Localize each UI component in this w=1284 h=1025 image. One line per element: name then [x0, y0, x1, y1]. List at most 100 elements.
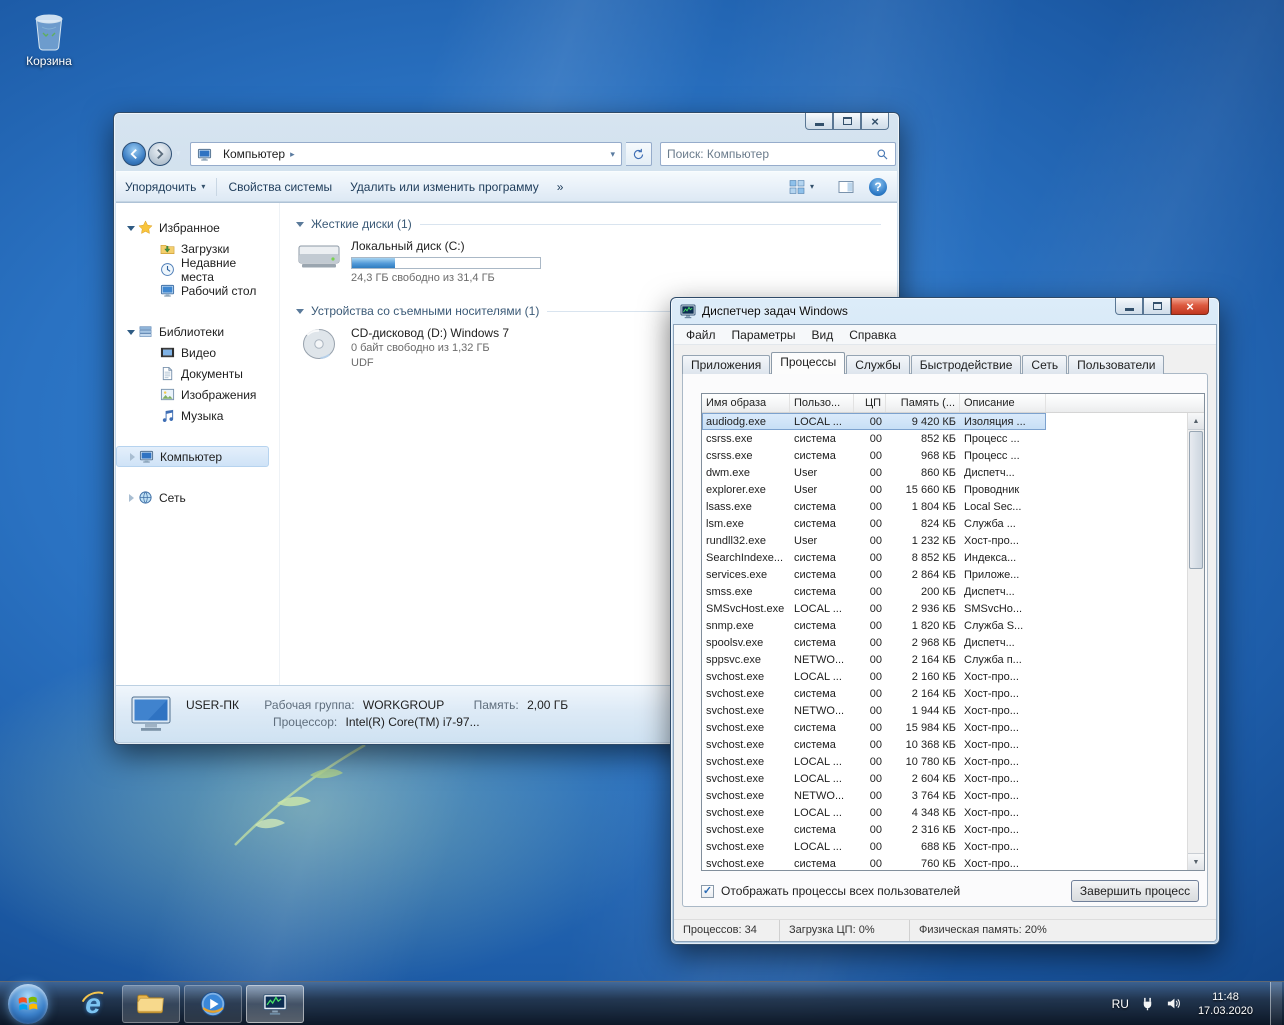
recent-pages-dropdown[interactable]: ▾ — [176, 148, 181, 159]
sidebar-item-libraries[interactable]: Библиотеки — [116, 321, 269, 342]
minimize-button[interactable] — [805, 113, 833, 130]
column-header-memory[interactable]: Память (... — [886, 394, 960, 412]
process-row[interactable]: audiodg.exeLOCAL ...009 420 КБИзоляция .… — [702, 413, 1046, 430]
process-row[interactable]: spoolsv.exeсистема002 968 КБДиспетч... — [702, 634, 1046, 651]
process-row[interactable]: svchost.exeNETWO...001 944 КБХост-про... — [702, 702, 1046, 719]
end-process-button[interactable]: Завершить процесс — [1071, 880, 1199, 902]
process-row[interactable]: lsass.exeсистема001 804 КБLocal Sec... — [702, 498, 1046, 515]
process-row[interactable]: explorer.exeUser0015 660 КБПроводник — [702, 481, 1046, 498]
vertical-scrollbar[interactable]: ▲ ▼ — [1187, 413, 1204, 870]
process-row[interactable]: sppsvc.exeNETWO...002 164 КБСлужба п... — [702, 651, 1046, 668]
preview-pane-button[interactable] — [829, 176, 863, 198]
expander-icon[interactable] — [125, 450, 139, 464]
close-button[interactable]: × — [1171, 298, 1209, 315]
breadcrumb[interactable]: Компьютер — [223, 147, 285, 161]
tab-networking[interactable]: Сеть — [1022, 355, 1067, 374]
recycle-bin[interactable]: Корзина — [10, 8, 88, 68]
tab-performance[interactable]: Быстродействие — [911, 355, 1022, 374]
scroll-down-button[interactable]: ▼ — [1188, 853, 1204, 870]
process-row[interactable]: csrss.exeсистема00852 КБПроцесс ... — [702, 430, 1046, 447]
sidebar-item-music[interactable]: Музыка — [116, 405, 269, 426]
toolbar-overflow-button[interactable]: » — [548, 176, 573, 198]
search-box[interactable] — [660, 142, 896, 166]
forward-button[interactable] — [148, 142, 172, 166]
group-header-hard-disks[interactable]: Жесткие диски (1) — [296, 217, 881, 231]
show-all-processes-checkbox[interactable]: ✓ — [701, 885, 714, 898]
menu-options[interactable]: Параметры — [724, 326, 804, 344]
process-row[interactable]: rundll32.exeUser001 232 КБХост-про... — [702, 532, 1046, 549]
process-row[interactable]: snmp.exeсистема001 820 КБСлужба S... — [702, 617, 1046, 634]
menu-help[interactable]: Справка — [841, 326, 904, 344]
process-row[interactable]: svchost.exeсистема002 164 КБХост-про... — [702, 685, 1046, 702]
column-header-description[interactable]: Описание — [960, 394, 1046, 412]
expander-icon[interactable] — [124, 491, 138, 505]
tab-applications[interactable]: Приложения — [682, 355, 770, 374]
sidebar-item-pictures[interactable]: Изображения — [116, 384, 269, 405]
process-row[interactable]: svchost.exeLOCAL ...002 604 КБХост-про..… — [702, 770, 1046, 787]
sidebar-item-favorites[interactable]: Избранное — [116, 217, 269, 238]
back-button[interactable] — [122, 142, 146, 166]
sidebar-item-desktop[interactable]: Рабочий стол — [116, 280, 269, 301]
sidebar-item-recent-places[interactable]: Недавние места — [116, 259, 269, 280]
sidebar-item-videos[interactable]: Видео — [116, 342, 269, 363]
process-row[interactable]: lsm.exeсистема00824 КБСлужба ... — [702, 515, 1046, 532]
process-row[interactable]: svchost.exeсистема0015 984 КБХост-про... — [702, 719, 1046, 736]
process-row[interactable]: dwm.exeUser00860 КБДиспетч... — [702, 464, 1046, 481]
tab-processes[interactable]: Процессы — [771, 352, 845, 374]
close-button[interactable]: × — [861, 113, 889, 130]
maximize-button[interactable] — [1143, 298, 1171, 315]
show-desktop-button[interactable] — [1270, 982, 1282, 1025]
process-row[interactable]: svchost.exeLOCAL ...0010 780 КБХост-про.… — [702, 753, 1046, 770]
address-history-dropdown[interactable]: ▾ — [610, 149, 615, 160]
scroll-up-button[interactable]: ▲ — [1188, 413, 1204, 430]
address-bar[interactable]: Компьютер ▸ ▾ — [190, 142, 622, 166]
power-icon[interactable] — [1140, 996, 1155, 1011]
drive-item-d[interactable]: CD-дисковод (D:) Windows 7 0 байт свобод… — [296, 326, 626, 371]
tab-users[interactable]: Пользователи — [1068, 355, 1164, 374]
process-row[interactable]: SearchIndexe...система008 852 КБИндекса.… — [702, 549, 1046, 566]
process-row[interactable]: smss.exeсистема00200 КБДиспетч... — [702, 583, 1046, 600]
breadcrumb-chevron-icon[interactable]: ▸ — [290, 149, 295, 160]
drive-item-c[interactable]: Локальный диск (C:) 24,3 ГБ свободно из … — [296, 239, 626, 286]
volume-icon[interactable] — [1166, 996, 1181, 1011]
start-button[interactable] — [8, 984, 48, 1024]
minimize-button[interactable] — [1115, 298, 1143, 315]
process-row[interactable]: svchost.exeLOCAL ...002 160 КБХост-про..… — [702, 668, 1046, 685]
tab-services[interactable]: Службы — [846, 355, 909, 374]
refresh-button[interactable] — [626, 142, 652, 166]
system-properties-button[interactable]: Свойства системы — [219, 176, 341, 198]
help-button[interactable]: ? — [869, 178, 887, 196]
menu-file[interactable]: Файл — [678, 326, 724, 344]
ie-taskbar-button[interactable]: e — [70, 984, 116, 1024]
expander-icon[interactable] — [124, 221, 138, 235]
process-row[interactable]: svchost.exeNETWO...003 764 КБХост-про... — [702, 787, 1046, 804]
organize-button[interactable]: Упорядочить ▾ — [116, 176, 214, 198]
sidebar-item-network[interactable]: Сеть — [116, 487, 269, 508]
sidebar-item-computer[interactable]: Компьютер — [116, 446, 269, 467]
media-player-taskbar-button[interactable] — [184, 985, 242, 1023]
process-row[interactable]: csrss.exeсистема00968 КБПроцесс ... — [702, 447, 1046, 464]
sidebar-item-documents[interactable]: Документы — [116, 363, 269, 384]
process-row[interactable]: svchost.exeсистема002 316 КБХост-про... — [702, 821, 1046, 838]
explorer-taskbar-button[interactable] — [122, 985, 180, 1023]
views-button[interactable]: ▾ — [780, 176, 823, 198]
uninstall-program-button[interactable]: Удалить или изменить программу — [341, 176, 548, 198]
process-row[interactable]: svchost.exeLOCAL ...00688 КБХост-про... — [702, 838, 1046, 855]
process-row[interactable]: SMSvcHost.exeLOCAL ...002 936 КБSMSvcHo.… — [702, 600, 1046, 617]
clock[interactable]: 11:48 17.03.2020 — [1192, 990, 1259, 1018]
menu-view[interactable]: Вид — [803, 326, 841, 344]
column-header-user-name[interactable]: Пользо... — [790, 394, 854, 412]
process-row[interactable]: svchost.exeсистема00760 КБХост-про... — [702, 855, 1046, 870]
expander-icon[interactable] — [124, 325, 138, 339]
process-row[interactable]: services.exeсистема002 864 КБПриложе... — [702, 566, 1046, 583]
process-row[interactable]: svchost.exeLOCAL ...004 348 КБХост-про..… — [702, 804, 1046, 821]
maximize-button[interactable] — [833, 113, 861, 130]
scrollbar-thumb[interactable] — [1189, 431, 1203, 569]
column-header-cpu[interactable]: ЦП — [854, 394, 886, 412]
column-header-image-name[interactable]: Имя образа — [702, 394, 790, 412]
desktop[interactable]: Корзина × ▾ Компьютер ▸ ▾ — [0, 0, 1284, 1025]
taskmgr-taskbar-button[interactable] — [246, 985, 304, 1023]
language-indicator[interactable]: RU — [1112, 997, 1129, 1011]
process-row[interactable]: svchost.exeсистема0010 368 КБХост-про... — [702, 736, 1046, 753]
search-input[interactable] — [667, 147, 872, 161]
